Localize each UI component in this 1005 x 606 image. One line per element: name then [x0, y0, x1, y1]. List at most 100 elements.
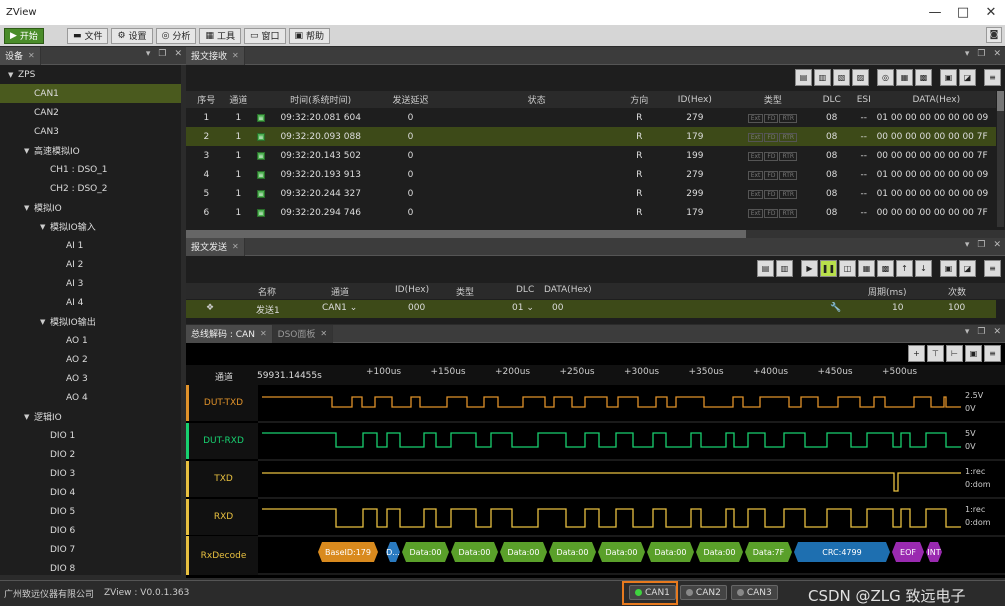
close-icon[interactable]: ✕	[977, 0, 1005, 25]
decode-segment[interactable]: Data:00	[598, 542, 645, 562]
settings-menu[interactable]: ⚙ 设置	[111, 27, 153, 44]
decode-segment[interactable]: EOF	[892, 542, 924, 562]
expand-arrow-icon[interactable]: ▼	[24, 413, 34, 421]
close-icon[interactable]: ✕	[320, 329, 327, 338]
expand-arrow-icon[interactable]: ▼	[8, 71, 18, 79]
start-button[interactable]: ▶ 开始	[4, 27, 44, 44]
close-icon[interactable]: ✕	[993, 240, 1001, 250]
decode-segment[interactable]: Data:00	[647, 542, 694, 562]
tree-node[interactable]: DIO 4	[0, 483, 181, 502]
dlc-select[interactable]: 01 ⌄	[512, 303, 534, 313]
column-header[interactable]: ESI	[851, 91, 877, 108]
column-header[interactable]: 方向	[622, 91, 656, 108]
tree-node[interactable]: AO 1	[0, 331, 181, 350]
export-icon[interactable]: ▣	[965, 345, 982, 362]
table-row[interactable]: 1 1 ≡ 09:32:20.081 604 0 R 279 Ext FD RTR 08 -- 01 0…	[186, 108, 996, 127]
tree-node[interactable]: CH1 : DSO_1	[0, 160, 181, 179]
recv-scrollbar[interactable]	[997, 91, 1004, 227]
column-header[interactable]: ID(Hex)	[656, 91, 733, 108]
close-icon[interactable]: ✕	[993, 49, 1001, 59]
tree-node[interactable]: CH2 : DSO_2	[0, 179, 181, 198]
decode-segment[interactable]: Data:00	[402, 542, 449, 562]
tree-node[interactable]: DIO 8	[0, 559, 181, 575]
tools-menu[interactable]: ▦ 工具	[199, 27, 241, 44]
tree-node[interactable]: DIO 5	[0, 502, 181, 521]
recv-tool-icon[interactable]: ▩	[915, 69, 932, 86]
tree-node[interactable]: AO 2	[0, 350, 181, 369]
tree-node[interactable]: ▼ 模拟IO输入	[0, 217, 181, 236]
menu-icon[interactable]: ≡	[984, 345, 1001, 362]
maximize-icon[interactable]: □	[949, 0, 977, 25]
tree-node[interactable]: ▼ 逻辑IO	[0, 407, 181, 426]
recv-tool-icon[interactable]: ▧	[833, 69, 850, 86]
close-icon[interactable]: ✕	[28, 51, 35, 60]
menu-icon[interactable]: ≡	[984, 260, 1001, 277]
zoom-in-icon[interactable]: ⊤	[927, 345, 944, 362]
decode-segment[interactable]: Data:00	[696, 542, 743, 562]
tree-node[interactable]: CAN2	[0, 103, 181, 122]
recv-tool-icon[interactable]: ▦	[896, 69, 913, 86]
recv-tool-icon[interactable]: ◪	[959, 69, 976, 86]
float-icon[interactable]: ❐	[977, 240, 985, 250]
send-tool-icon[interactable]: ▦	[858, 260, 875, 277]
tree-node[interactable]: DIO 1	[0, 426, 181, 445]
tree-node[interactable]: ▼ 模拟IO	[0, 198, 181, 217]
dropdown-icon[interactable]: ▾	[965, 49, 970, 59]
recv-tool-icon[interactable]: ▥	[814, 69, 831, 86]
decode-segment[interactable]: Data:7F	[745, 542, 792, 562]
close-icon[interactable]: ✕	[260, 329, 267, 338]
table-row[interactable]: 5 1 ≡ 09:32:20.244 327 0 R 299 Ext FD RTR 08 -- 01 0…	[186, 184, 996, 203]
arrow-down-icon[interactable]: ↓	[915, 260, 932, 277]
recv-tool-icon[interactable]: ▤	[795, 69, 812, 86]
tree-node[interactable]: AO 4	[0, 388, 181, 407]
close-icon[interactable]: ✕	[232, 242, 239, 251]
recv-hscroll[interactable]	[186, 230, 1005, 238]
close-icon[interactable]: ✕	[993, 327, 1001, 337]
column-header[interactable]: 序号	[186, 91, 227, 108]
window-menu[interactable]: ▭ 窗口	[243, 27, 286, 44]
tree-node[interactable]: DIO 6	[0, 521, 181, 540]
decode-segment[interactable]: INT	[926, 542, 942, 562]
tree-node[interactable]: AI 1	[0, 236, 181, 255]
wrench-icon[interactable]: 🔧	[830, 303, 841, 313]
tab-send[interactable]: 报文发送 ✕	[186, 237, 245, 256]
table-row[interactable]: 6 1 ≡ 09:32:20.294 746 0 R 179 Ext FD RTR 08 -- 00 0…	[186, 203, 996, 222]
tree-node[interactable]: AI 4	[0, 293, 181, 312]
tree-node[interactable]: CAN3	[0, 122, 181, 141]
table-row[interactable]: 4 1 ≡ 09:32:20.193 913 0 R 279 Ext FD RTR 08 -- 01 0…	[186, 165, 996, 184]
column-header[interactable]: DATA(Hex)	[877, 91, 996, 108]
dropdown-icon[interactable]: ▾	[965, 240, 970, 250]
tab-device[interactable]: 设备 ✕	[0, 46, 41, 65]
channel-button[interactable]: CAN3	[730, 585, 778, 600]
table-row[interactable]: 3 1 ≡ 09:32:20.143 502 0 R 199 Ext FD RTR 08 -- 00 0…	[186, 146, 996, 165]
zoom-fit-icon[interactable]: ⊢	[946, 345, 963, 362]
dropdown-icon[interactable]: ▾	[965, 327, 970, 337]
expand-arrow-icon[interactable]: ▼	[24, 147, 34, 155]
decode-segment[interactable]: CRC:4799	[794, 542, 890, 562]
tree-node[interactable]: DIO 7	[0, 540, 181, 559]
column-header[interactable]: 状态	[451, 91, 622, 108]
float-icon[interactable]: ❐	[977, 49, 985, 59]
expand-arrow-icon[interactable]: ▼	[24, 204, 34, 212]
tree-node[interactable]: DIO 2	[0, 445, 181, 464]
tab-dso-panel[interactable]: DSO面板 ✕	[272, 324, 334, 343]
tab-recv[interactable]: 报文接收 ✕	[186, 46, 245, 65]
column-header[interactable]: DLC	[812, 91, 850, 108]
float-icon[interactable]: ❐	[158, 49, 166, 59]
decode-segment[interactable]: D...	[386, 542, 400, 562]
decode-segment[interactable]: BaseID:179	[318, 542, 378, 562]
expand-arrow-icon[interactable]: ▼	[40, 318, 50, 326]
column-header[interactable]: 发送延迟	[370, 91, 451, 108]
tree-node[interactable]: AI 2	[0, 255, 181, 274]
tree-node[interactable]: AI 3	[0, 274, 181, 293]
channel-button[interactable]: CAN1	[629, 585, 676, 600]
decode-segment[interactable]: Data:00	[500, 542, 547, 562]
expand-arrow-icon[interactable]: ▼	[40, 223, 50, 231]
close-icon[interactable]: ✕	[174, 49, 182, 59]
send-tool-icon[interactable]: ▥	[776, 260, 793, 277]
recv-tool-icon[interactable]: ▣	[940, 69, 957, 86]
column-header[interactable]: 时间(系统时间)	[272, 91, 370, 108]
send-tool-icon[interactable]: ▤	[757, 260, 774, 277]
tree-node[interactable]: ▼ ZPS	[0, 65, 181, 84]
column-header[interactable]	[250, 91, 271, 108]
